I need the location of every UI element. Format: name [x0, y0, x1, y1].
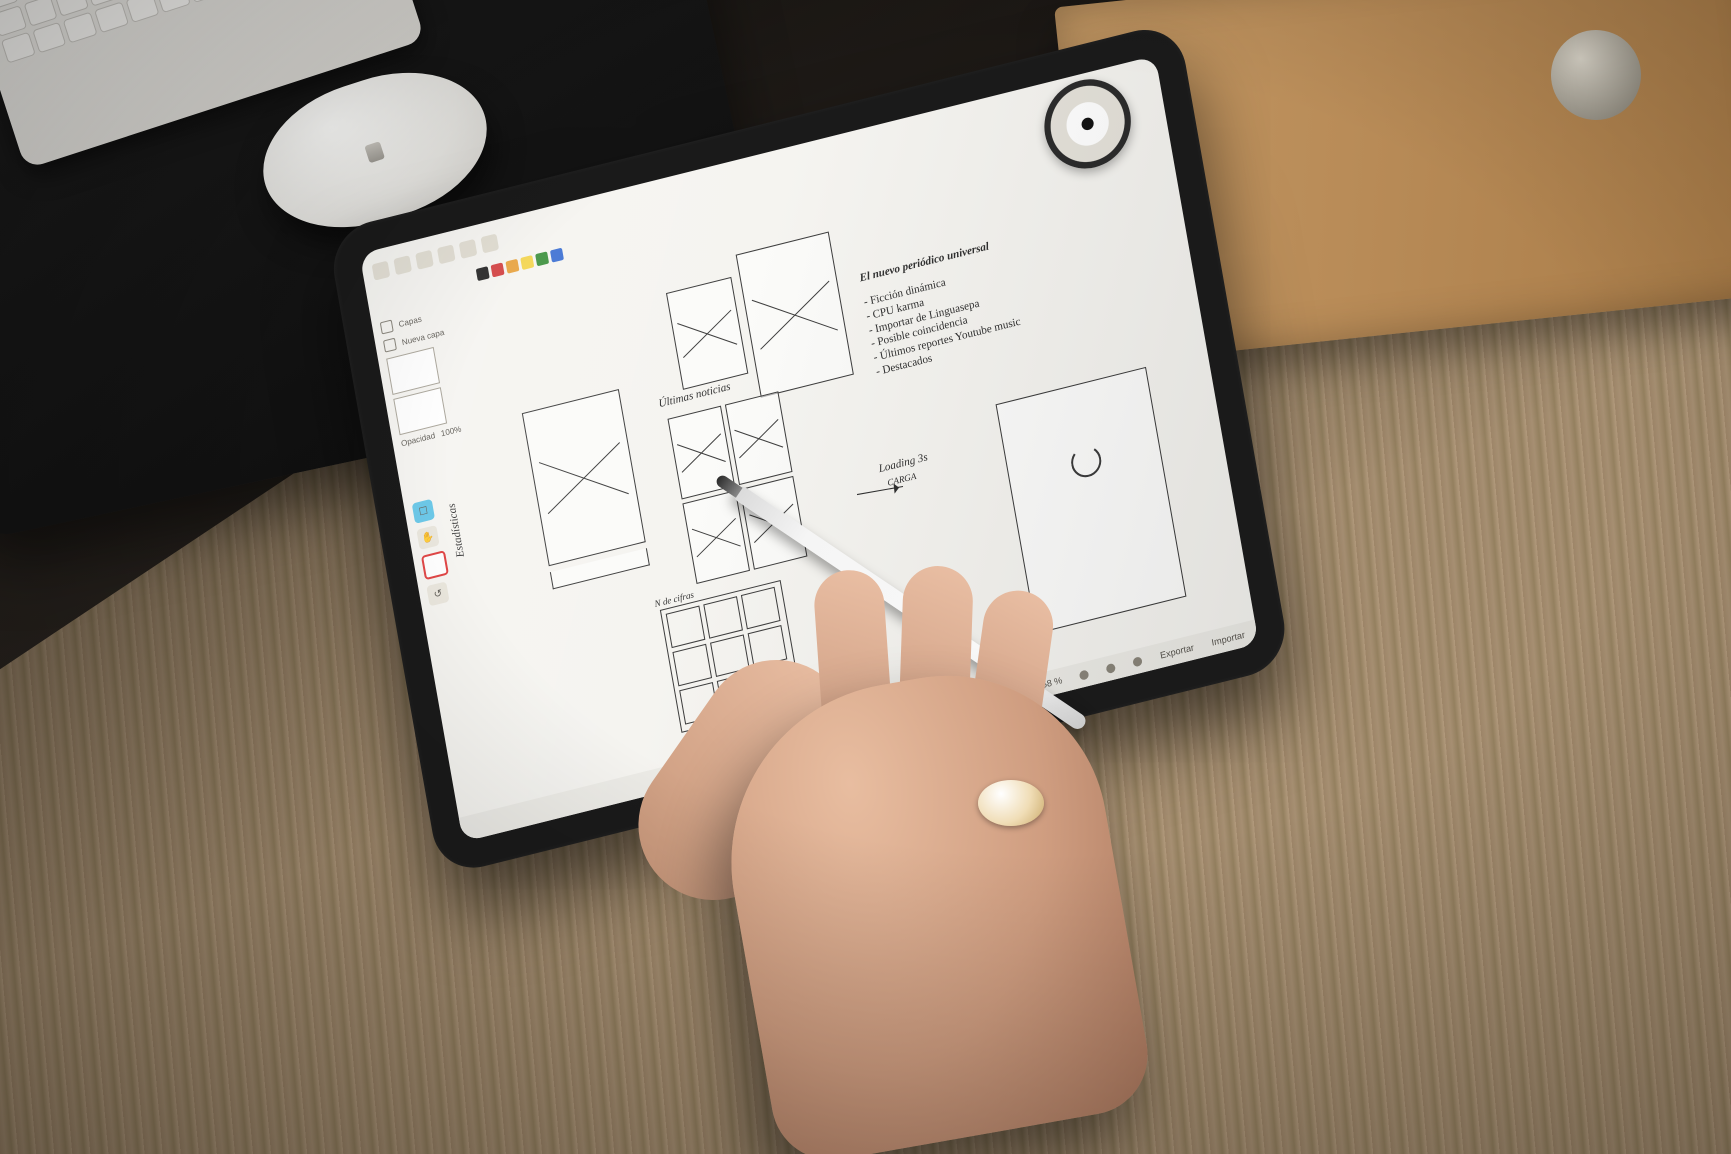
zoom-label: Zoom: 58 %	[1013, 675, 1063, 697]
toolbar-button[interactable]	[480, 233, 499, 253]
pro-badge: PRO	[976, 691, 997, 706]
toolbar-button[interactable]	[415, 250, 434, 270]
wireframe-box	[666, 277, 748, 390]
new-layer-label: Nueva capa	[401, 327, 445, 347]
canvas-notes: Ficción dinámica CPU karma Importar de L…	[863, 232, 1135, 379]
swatch[interactable]	[505, 259, 519, 274]
swatch[interactable]	[535, 251, 549, 266]
import-button[interactable]: Importar	[1211, 629, 1246, 647]
wireframe-icon-grid	[660, 580, 802, 733]
arrow-icon	[857, 486, 905, 509]
toolbar-button[interactable]	[372, 261, 391, 281]
checkbox[interactable]	[383, 338, 397, 353]
toolbar-button[interactable]	[459, 239, 478, 259]
toolbar-button[interactable]	[393, 255, 412, 275]
tool-select[interactable]: ☐	[412, 499, 435, 524]
loading-label: Loading 3s	[878, 451, 929, 475]
wireframe-box	[736, 232, 854, 398]
toolbar-button[interactable]	[437, 244, 456, 264]
tool-record[interactable]	[421, 550, 449, 580]
swatch[interactable]	[550, 248, 564, 263]
layer-thumbnail[interactable]	[393, 387, 447, 435]
wireframe-box	[682, 490, 750, 584]
swatch[interactable]	[476, 266, 490, 281]
wireframe-box	[740, 476, 808, 570]
photo-scene: Capas Nueva capa Opacidad 100% ☐ ✋	[0, 0, 1731, 1154]
side-note: Estadísticas	[446, 502, 467, 559]
export-button[interactable]: Exportar	[1159, 642, 1194, 660]
canvas[interactable]: Estadísticas Últimas noticias El nuevo p…	[492, 139, 1241, 782]
layers-label: Capas	[398, 314, 422, 329]
wireframe-box	[667, 406, 735, 500]
layer-thumbnail[interactable]	[386, 347, 440, 395]
opacity-value: 100%	[440, 424, 462, 438]
spinner-icon	[1069, 443, 1104, 481]
status-dot-icon	[1133, 656, 1144, 667]
wireframe-loading-screen	[996, 367, 1187, 634]
wireframe-box	[725, 391, 793, 485]
wireframe-phone	[522, 389, 646, 566]
swatch[interactable]	[520, 255, 534, 270]
status-dot-icon	[1106, 662, 1117, 673]
checkbox[interactable]	[380, 319, 394, 334]
tool-undo[interactable]: ↺	[426, 581, 449, 606]
tool-hand[interactable]: ✋	[416, 525, 439, 550]
status-dot-icon	[1079, 669, 1090, 680]
swatch[interactable]	[491, 262, 505, 277]
